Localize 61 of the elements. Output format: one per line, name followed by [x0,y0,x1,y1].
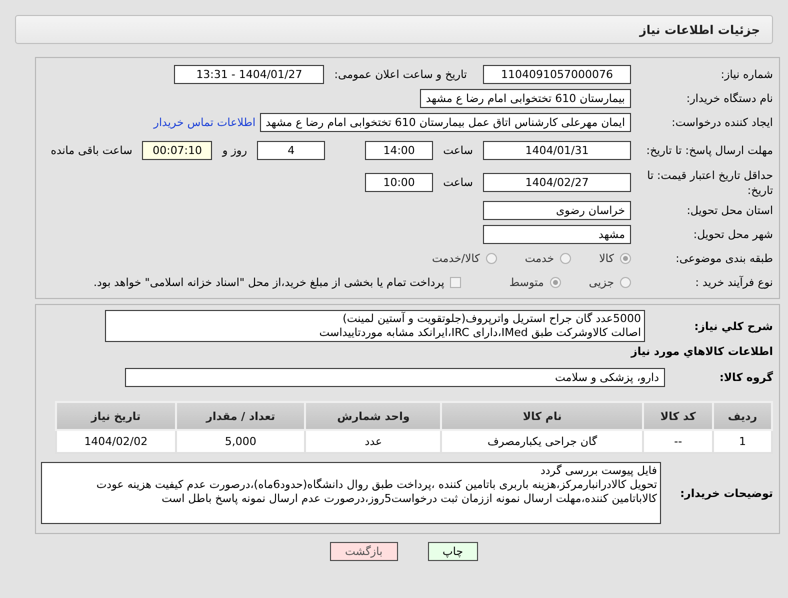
field-label: مهلت ارسال پاسخ: تا تاریخ: [645,143,774,158]
page-title: جزئیات اطلاعات نیاز [639,22,760,36]
province-field[interactable]: خراسان رضوی [483,201,631,220]
description-textarea[interactable]: 5000عدد گان جراح استریل واترپروف(جلوتقویت و آستین لمینت) اصالت کالاوشرکت طبق IMed،دارای IRC،ایرانکد مشابه موردتاییداست [105,310,645,342]
table-cell: 1404/02/02 [56,430,176,453]
radio-button[interactable] [560,253,572,264]
notes-textarea[interactable]: فایل پیوست بررسی گردد تحویل کالادرانبارمرکز،هزینه باربری باتامین کننده ،پرداخت طبق روال دانشگاه(حدود6ماه)،درصورت عدم کیفیت هزینه عودت کالاباتامین کننده،مهلت ارسال نمونه اززمان ثبت درخواست5روز،درصورت عدم ارسال نمونه پاسخ باطل است [41,462,661,524]
radio-label: متوسط [509,276,544,289]
field-label: تاریخ و ساعت اعلان عمومی: [333,68,468,81]
field-label: شهر محل تحویل: [692,227,774,242]
back-button[interactable]: بازگشت [330,542,398,561]
field-label: استان محل تحویل: [686,203,774,218]
field-label: ساعت [442,144,474,157]
table-cell: -- [643,430,713,453]
column-header: نام کالا [441,402,644,430]
radio-button[interactable] [486,253,497,264]
field-label: توضیحات خریدار: [679,486,774,500]
date-field[interactable]: 1404/01/31 [483,141,631,160]
goods-group-field[interactable]: دارو، پزشکی و سلامت [125,368,665,387]
table-cell: 5,000 [176,430,306,453]
date-field[interactable]: 1404/02/27 [483,173,631,192]
table-cell: گان جراحی یکبارمصرف [441,430,644,453]
column-header: کد کالا [643,402,713,430]
city-field[interactable]: مشهد [483,225,631,244]
field-label: گروه کالا: [718,371,774,384]
radio-label: جزیی [588,276,614,289]
radio-button[interactable] [620,277,631,288]
radio-label: کالا/خدمت [432,252,480,265]
column-header: تعداد / مقدار [176,402,306,430]
radio-label: خدمت [524,252,554,265]
field-label: شرح کلي نياز: [693,318,774,334]
checkbox[interactable] [450,277,462,288]
days-field[interactable]: 4 [257,141,326,160]
table-cell: 1 [713,430,772,453]
column-header: واحد شمارش [305,402,442,430]
field-label: نام دستگاه خریدار: [685,91,774,106]
time-field[interactable]: 10:00 [365,173,434,192]
field-label: ساعت باقی مانده [50,144,134,157]
checkbox-label: پرداخت تمام یا بخشی از مبلغ خرید،از محل "اسناد خزانه اسلامی" خواهد بود. [94,276,444,289]
field-label: روز و [220,144,248,157]
field-label: حداقل تاریخ اعتبار قیمت: تا تاریخ: [646,168,774,198]
field-label: نوع فرآیند خرید : [694,275,774,290]
announce-date-field[interactable]: 1404/01/27 - 13:31 [174,65,324,84]
remaining-time-field[interactable]: 00:07:10 [142,141,212,160]
field-label: شماره نیاز: [720,67,774,82]
requester-field[interactable]: ایمان مهرعلی کارشناس اتاق عمل بیمارستان 610 تختخوابی امام رضا ع مشهد [260,113,631,132]
radio-button[interactable] [620,253,631,264]
column-header: ردیف [713,402,772,430]
field-label: طبقه بندی موضوعی: [674,251,774,266]
radio-button[interactable] [550,277,561,288]
field-label: ساعت [442,176,474,189]
table-cell: عدد [305,430,442,453]
field-label: ایجاد کننده درخواست: [670,115,774,130]
section-title: اطلاعات کالاهاي مورد نياز [630,344,774,360]
buyer-org-field[interactable]: بیمارستان 610 تختخوابی امام رضا ع مشهد [420,89,631,108]
time-field[interactable]: 14:00 [365,141,434,160]
need-number-field[interactable]: 1104091057000076 [483,65,631,84]
contact-link[interactable]: اطلاعات تماس خریدار [154,116,260,129]
column-header: تاریخ نیاز [56,402,176,430]
radio-label: کالا [599,252,614,265]
print-button[interactable]: چاپ [428,542,478,561]
